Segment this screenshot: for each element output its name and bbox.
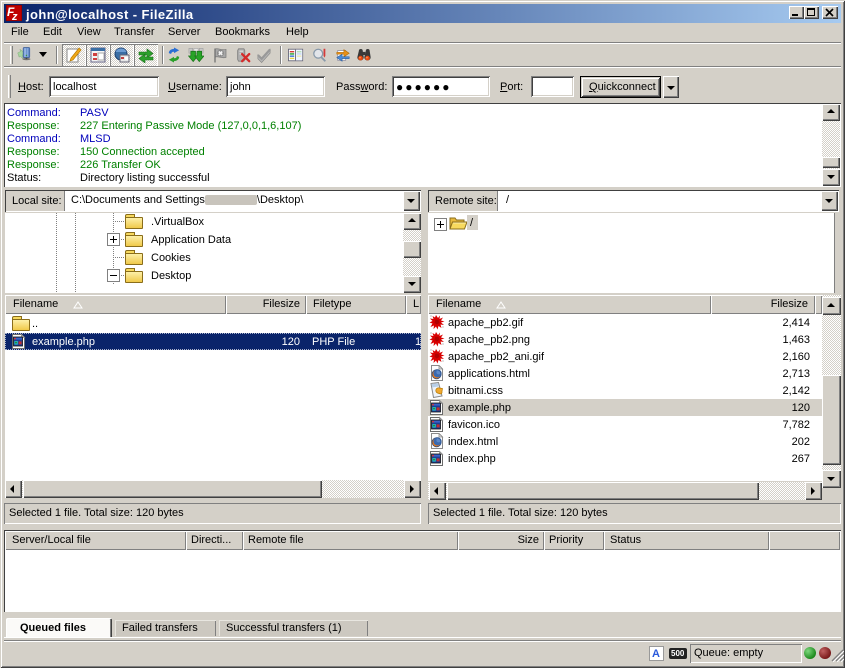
svg-text:z: z (11, 11, 18, 21)
